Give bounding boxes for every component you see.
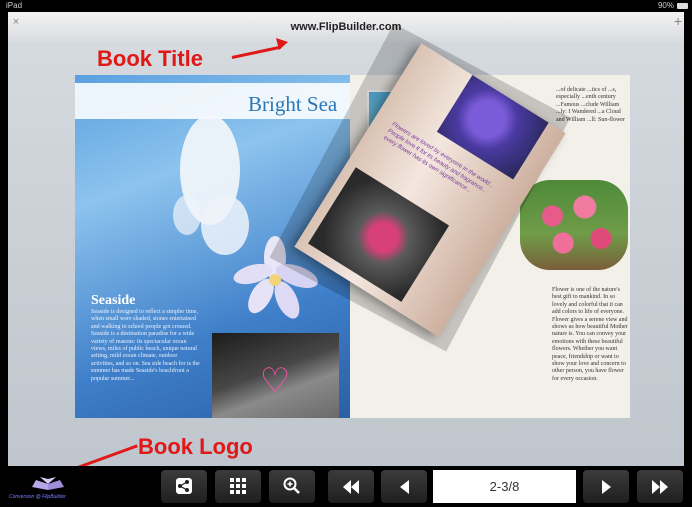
- page-number-field[interactable]: 2-3/8: [433, 470, 576, 503]
- new-tab-icon[interactable]: +: [674, 14, 686, 28]
- book-logo-annotation: Book Logo: [138, 434, 253, 459]
- share-icon: [176, 478, 192, 494]
- first-page-icon: [343, 480, 359, 494]
- battery-label: 90%: [657, 1, 674, 10]
- prev-page-button[interactable]: [381, 470, 427, 503]
- flower-paragraph: Flower is one of the nature's best gift …: [552, 287, 628, 382]
- seaside-heading: Seaside: [91, 293, 136, 308]
- thumbnails-button[interactable]: [215, 470, 261, 503]
- book-title-arrow-icon: [276, 38, 288, 50]
- beach-heart-image: ♡: [212, 333, 339, 418]
- zoom-button[interactable]: [269, 470, 315, 503]
- browser-tab-bar: × www.FlipBuilder.com +: [8, 12, 684, 43]
- status-bar: iPad 90%: [0, 0, 692, 12]
- prev-page-icon: [399, 480, 409, 494]
- share-button[interactable]: [161, 470, 207, 503]
- heart-icon: ♡: [259, 362, 291, 400]
- last-page-button[interactable]: [637, 470, 683, 503]
- next-page-icon: [601, 480, 611, 494]
- logo-caption: Conversion @ FlipBuilder: [9, 494, 66, 500]
- battery-icon: [677, 3, 688, 9]
- book-logo-icon[interactable]: [30, 476, 66, 492]
- next-page-button[interactable]: [583, 470, 629, 503]
- book-title-url: www.FlipBuilder.com: [290, 21, 402, 33]
- grid-icon: [230, 478, 246, 494]
- first-page-button[interactable]: [328, 470, 374, 503]
- zoom-in-icon: [283, 477, 300, 494]
- carrier-label: iPad: [6, 1, 23, 10]
- pink-flowers-image: [520, 180, 628, 270]
- book-title-annotation: Book Title: [97, 46, 203, 71]
- last-page-icon: [652, 480, 668, 494]
- seaside-paragraph: Seaside is designed to reflect a simpler…: [91, 309, 200, 382]
